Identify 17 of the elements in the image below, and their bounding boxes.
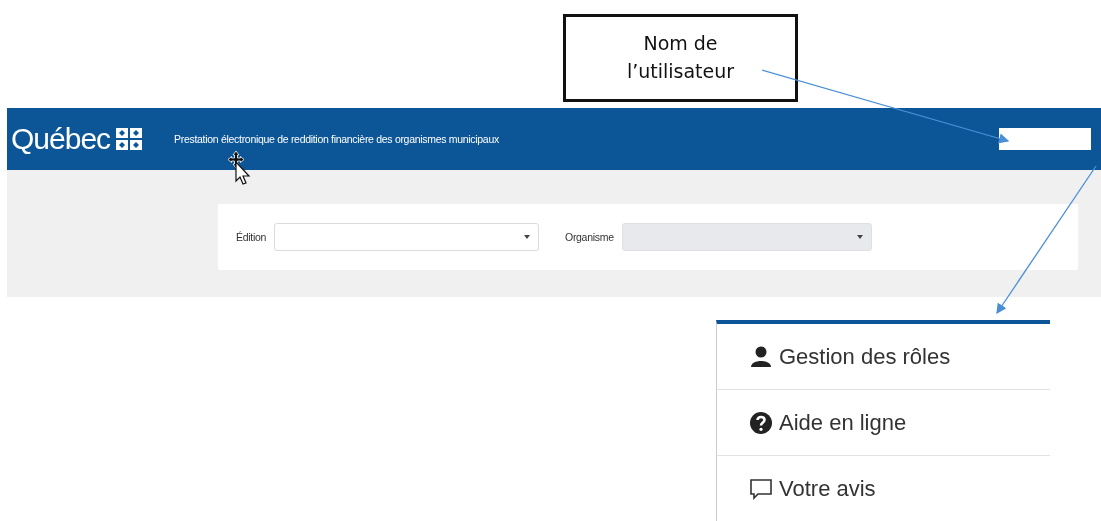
- user-icon: [749, 344, 773, 369]
- user-name-field[interactable]: [999, 128, 1091, 150]
- comment-icon: [749, 476, 773, 501]
- caret-icon: [856, 235, 863, 239]
- callout-label: Nom de l’utilisateur: [563, 14, 798, 102]
- filter-label: Édition: [236, 231, 266, 243]
- menu-item[interactable]: Votre avis: [717, 456, 1050, 521]
- flag-icon: [116, 128, 143, 150]
- caret-icon: [524, 235, 530, 239]
- filter-label: Organisme: [565, 231, 614, 243]
- menu-item[interactable]: Aide en ligne: [717, 390, 1050, 456]
- menu-item[interactable]: Gestion des rôles: [717, 324, 1050, 390]
- logo-text: Québec: [11, 122, 111, 156]
- cursor-icon: [227, 150, 251, 185]
- site-title: Prestation électronique de reddition financière des organismes municipaux: [174, 133, 500, 145]
- help-icon: [749, 410, 773, 435]
- select-field[interactable]: [274, 223, 539, 251]
